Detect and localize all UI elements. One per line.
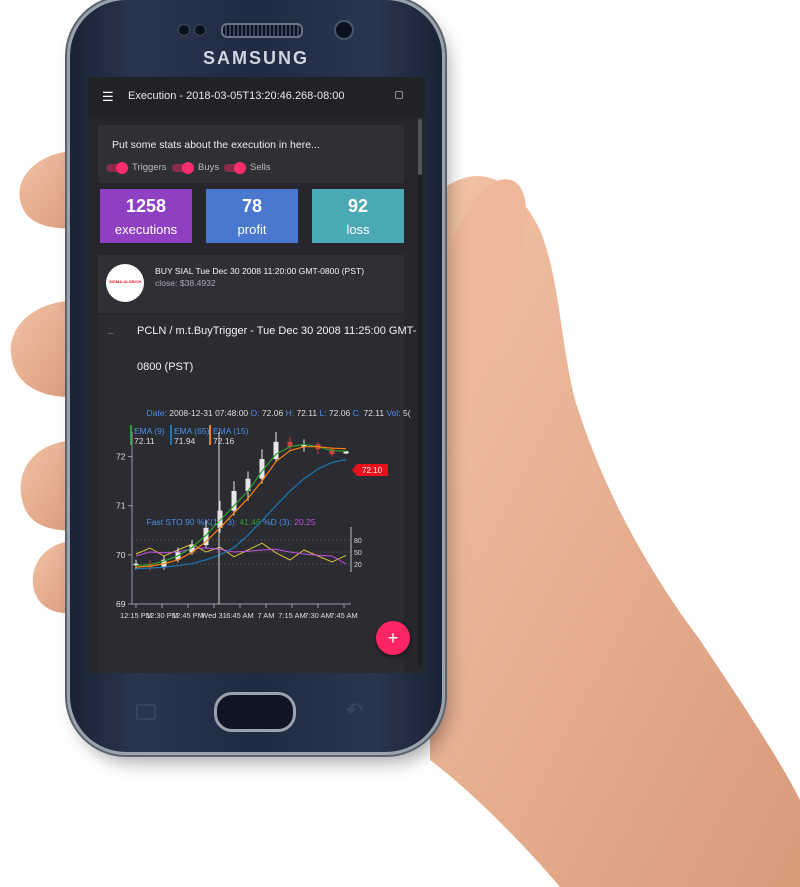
tooltip-l: 72.06 bbox=[329, 408, 351, 418]
last-price-label: 72.10 bbox=[362, 466, 383, 475]
recent-apps-icon[interactable] bbox=[136, 704, 156, 720]
x-tick-label: 7 AM bbox=[257, 611, 274, 620]
legend-ema15-value: 72.16 bbox=[213, 436, 235, 446]
tooltip-date-label: Date: bbox=[147, 408, 167, 418]
stochastic-level-label: 80 bbox=[354, 538, 362, 545]
legend-ema15: EMA (15) bbox=[213, 426, 249, 436]
x-tick-label: 7:30 AM bbox=[304, 611, 332, 620]
app-screen: ☰ Execution - 2018-03-05T13:20:46.268-08… bbox=[88, 77, 425, 673]
y-tick-label: 70 bbox=[116, 550, 126, 560]
x-tick-label: 12:45 PM bbox=[172, 611, 204, 620]
tooltip-o-label: O: bbox=[251, 408, 260, 418]
x-tick-label: 7:15 AM bbox=[278, 611, 306, 620]
stochastic-d-label: %D (3): bbox=[263, 517, 292, 527]
sensor-icon bbox=[178, 24, 190, 36]
tooltip-h: 72.11 bbox=[296, 408, 317, 418]
x-tick-label: 7:45 AM bbox=[330, 611, 358, 620]
earpiece-speaker bbox=[221, 23, 303, 38]
tooltip-vol: 5( bbox=[403, 408, 411, 418]
legend-ema65: EMA (65) bbox=[174, 426, 210, 436]
tooltip-c-label: C: bbox=[353, 408, 362, 418]
stochastic-level-label: 50 bbox=[354, 550, 362, 557]
y-tick-label: 69 bbox=[116, 599, 126, 609]
y-tick-label: 71 bbox=[116, 501, 126, 511]
add-button[interactable]: + bbox=[376, 621, 410, 655]
y-tick-label: 72 bbox=[116, 452, 126, 462]
tooltip-vol-label: Vol: bbox=[386, 408, 400, 418]
tooltip-h-label: H: bbox=[286, 408, 295, 418]
front-camera-icon bbox=[334, 20, 354, 40]
stochastic-d: 20.25 bbox=[294, 517, 316, 527]
legend-swatch-ema15 bbox=[209, 425, 211, 445]
price-chart[interactable]: Date: 2008-12-31 07:48:00 O: 72.06 H: 72… bbox=[88, 77, 425, 673]
tooltip-o: 72.06 bbox=[262, 408, 284, 418]
ema-line-15 bbox=[135, 446, 347, 568]
tooltip-date: 2008-12-31 07:48:00 bbox=[169, 408, 248, 418]
stochastic-d-line bbox=[135, 547, 347, 565]
tooltip-c: 72.11 bbox=[363, 408, 384, 418]
legend-ema9: EMA (9) bbox=[134, 426, 165, 436]
x-tick-label: Wed 31 bbox=[201, 611, 227, 620]
tooltip-l-label: L: bbox=[319, 408, 326, 418]
home-button[interactable] bbox=[214, 692, 296, 732]
stochastic-level-label: 20 bbox=[354, 562, 362, 569]
device-brand: SAMSUNG bbox=[202, 48, 309, 68]
tooltip-text: Date: 2008-12-31 07:48:00 O: 72.06 H: 72… bbox=[130, 408, 422, 418]
legend-swatch-ema65 bbox=[170, 425, 172, 445]
legend-ema65-value: 71.94 bbox=[174, 436, 196, 446]
stochastic-title: Fast STO 90 %K(14, 3): bbox=[147, 517, 238, 527]
x-tick-label: 6:45 AM bbox=[226, 611, 254, 620]
legend-ema9-value: 72.11 bbox=[134, 436, 155, 446]
sensor-icon bbox=[194, 24, 206, 36]
back-icon[interactable]: ↶ bbox=[346, 698, 363, 723]
